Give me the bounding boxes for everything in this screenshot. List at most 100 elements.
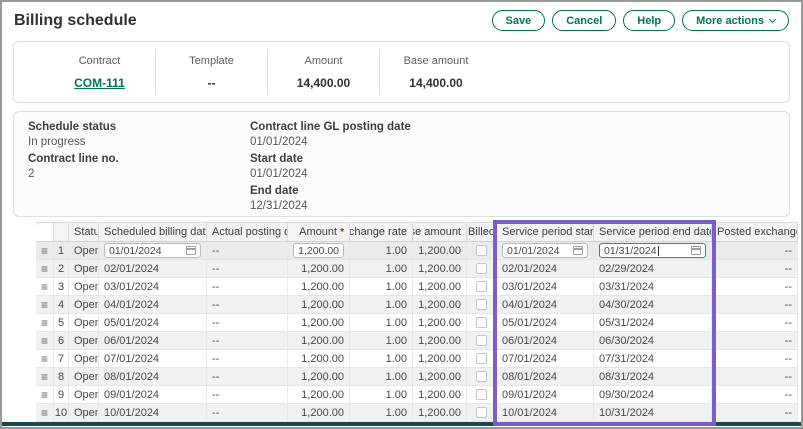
detail-field-label: Contract line GL posting date [250, 121, 411, 133]
base-amount-column-header: Base amount [413, 223, 467, 241]
service-period-end-date-cell[interactable]: 03/31/2024 [594, 278, 712, 295]
save-button[interactable]: Save [492, 10, 546, 31]
status-cell: Open [69, 314, 99, 331]
help-button[interactable]: Help [623, 10, 675, 31]
column-header-label: Posted exchange rate [717, 226, 798, 238]
row-drag-handle[interactable]: ≡ [36, 386, 54, 403]
service-period-start-date-cell[interactable]: 01/01/2024 [497, 242, 594, 259]
service-period-end-date-cell[interactable]: 08/31/2024 [594, 368, 712, 385]
detail-field-start-date: Start date01/01/2024 [250, 153, 411, 180]
row-drag-handle[interactable]: ≡ [36, 296, 54, 313]
billed-column-header: Billed [467, 223, 497, 241]
service-period-start-date-cell[interactable]: 03/01/2024 [497, 278, 594, 295]
service-period-start-date-cell[interactable]: 05/01/2024 [497, 314, 594, 331]
service-period-start-date-cell[interactable]: 02/01/2024 [497, 260, 594, 277]
detail-field-label: End date [250, 185, 411, 197]
billed-cell [467, 314, 497, 331]
service-period-start-date-cell[interactable]: 10/01/2024 [497, 404, 594, 421]
scheduled-billing-date-cell[interactable]: 07/01/2024 [99, 350, 207, 367]
summary-field-label: Contract [44, 55, 155, 67]
service-period-end-date-input[interactable]: 01/31/2024 [599, 243, 706, 258]
billed-checkbox[interactable] [476, 317, 487, 328]
scheduled-billing-date-cell[interactable]: 08/01/2024 [99, 368, 207, 385]
scheduled-billing-date-input[interactable]: 01/01/2024 [104, 243, 201, 258]
amount-cell[interactable]: 1,200.00 [288, 404, 350, 421]
billed-cell [467, 278, 497, 295]
row-drag-handle[interactable]: ≡ [36, 242, 54, 259]
service-period-start-date-cell[interactable]: 09/01/2024 [497, 386, 594, 403]
base-amount-cell: 1,200.00 [413, 350, 467, 367]
actual-posting-date-cell: -- [207, 278, 288, 295]
drag-handle-icon: ≡ [41, 353, 48, 365]
service-period-end-date-cell[interactable]: 06/30/2024 [594, 332, 712, 349]
exchange-rate-cell: 1.00 [350, 386, 413, 403]
drag-handle-icon: ≡ [41, 389, 48, 401]
amount-cell[interactable]: 1,200.00 [288, 314, 350, 331]
button-label: More actions [696, 15, 764, 27]
billed-checkbox[interactable] [476, 389, 487, 400]
scheduled-billing-date-cell[interactable]: 05/01/2024 [99, 314, 207, 331]
service-period-start-date-cell[interactable]: 06/01/2024 [497, 332, 594, 349]
amount-input[interactable]: 1,200.00 [293, 243, 344, 258]
summary-field-value: 14,400.00 [268, 76, 379, 90]
row-drag-handle[interactable]: ≡ [36, 404, 54, 421]
page-title: Billing schedule [14, 12, 137, 30]
amount-cell[interactable]: 1,200.00 [288, 296, 350, 313]
scheduled-billing-date-cell[interactable]: 01/01/2024 [99, 242, 207, 259]
row-drag-handle[interactable]: ≡ [36, 260, 54, 277]
billed-checkbox[interactable] [476, 335, 487, 346]
service-period-end-date-cell[interactable]: 10/31/2024 [594, 404, 712, 421]
scheduled-billing-date-cell[interactable]: 06/01/2024 [99, 332, 207, 349]
row-drag-handle[interactable]: ≡ [36, 278, 54, 295]
service-period-end-date-cell[interactable]: 04/30/2024 [594, 296, 712, 313]
service-period-start-date-cell[interactable]: 07/01/2024 [497, 350, 594, 367]
service-period-start-date-cell[interactable]: 04/01/2024 [497, 296, 594, 313]
amount-cell[interactable]: 1,200.00 [288, 278, 350, 295]
button-label: Cancel [566, 15, 602, 27]
service-period-end-date-cell[interactable]: 07/31/2024 [594, 350, 712, 367]
amount-cell[interactable]: 1,200.00 [288, 350, 350, 367]
contract-link[interactable]: COM-111 [44, 76, 155, 90]
scheduled-billing-date-cell[interactable]: 04/01/2024 [99, 296, 207, 313]
billed-checkbox[interactable] [476, 299, 487, 310]
scheduled-billing-date-cell[interactable]: 03/01/2024 [99, 278, 207, 295]
service-period-end-date-cell[interactable]: 01/31/2024 [594, 242, 712, 259]
scheduled-billing-date-cell[interactable]: 10/01/2024 [99, 404, 207, 421]
amount-cell[interactable]: 1,200.00 [288, 368, 350, 385]
row-number-cell: 1 [54, 242, 69, 259]
more-actions-button[interactable]: More actions [682, 10, 789, 31]
billed-checkbox[interactable] [476, 371, 487, 382]
detail-field-label: Schedule status [28, 121, 250, 133]
billed-checkbox[interactable] [476, 263, 487, 274]
status-cell: Open [69, 278, 99, 295]
amount-cell[interactable]: 1,200.00 [288, 332, 350, 349]
table-header-row: StatusScheduled billing date*Actual post… [36, 222, 798, 242]
service-period-end-date-cell[interactable]: 02/29/2024 [594, 260, 712, 277]
summary-field-base-amount: Base amount14,400.00 [380, 49, 492, 95]
row-drag-handle[interactable]: ≡ [36, 332, 54, 349]
scheduled-billing-date-cell[interactable]: 09/01/2024 [99, 386, 207, 403]
actual-posting-date-cell: -- [207, 242, 288, 259]
scheduled-billing-date-cell[interactable]: 02/01/2024 [99, 260, 207, 277]
service-period-end-date-cell[interactable]: 09/30/2024 [594, 386, 712, 403]
actual-posting-date-cell: -- [207, 260, 288, 277]
billed-cell [467, 368, 497, 385]
billed-checkbox[interactable] [476, 281, 487, 292]
table-row: ≡1Open01/01/2024--1,200.001.001,200.0001… [36, 242, 798, 260]
billed-checkbox[interactable] [476, 407, 487, 418]
service-period-end-date-cell[interactable]: 05/31/2024 [594, 314, 712, 331]
amount-cell[interactable]: 1,200.00 [288, 386, 350, 403]
billed-checkbox[interactable] [476, 245, 487, 256]
amount-cell[interactable]: 1,200.00 [288, 242, 350, 259]
drag-handle-icon: ≡ [41, 371, 48, 383]
table-row: ≡4Open04/01/2024--1,200.001.001,200.0004… [36, 296, 798, 314]
row-drag-handle[interactable]: ≡ [36, 368, 54, 385]
billed-checkbox[interactable] [476, 353, 487, 364]
cancel-button[interactable]: Cancel [552, 10, 616, 31]
service-period-start-date-cell[interactable]: 08/01/2024 [497, 368, 594, 385]
amount-cell[interactable]: 1,200.00 [288, 260, 350, 277]
exchange-rate-cell: 1.00 [350, 242, 413, 259]
row-drag-handle[interactable]: ≡ [36, 350, 54, 367]
service-period-start-date-input[interactable]: 01/01/2024 [502, 243, 588, 258]
row-drag-handle[interactable]: ≡ [36, 314, 54, 331]
